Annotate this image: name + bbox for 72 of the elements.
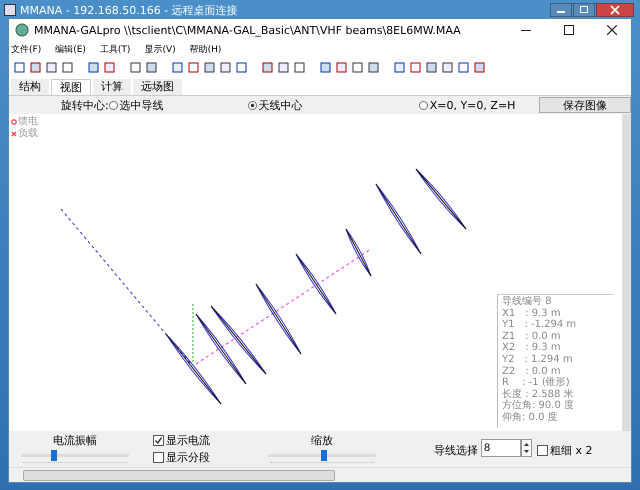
radio-option[interactable]: X=0, Y=0, Z=H xyxy=(418,98,516,112)
toolbar-tool-icon[interactable] xyxy=(29,61,42,74)
legend-label: 负载 xyxy=(18,128,38,140)
toolbar-tool-icon[interactable] xyxy=(441,61,454,74)
toolbar-tool-icon[interactable] xyxy=(61,61,74,74)
toolbar-tool-icon[interactable] xyxy=(277,61,290,74)
menu-item[interactable]: 文件(F) xyxy=(11,42,42,56)
window-title: MMANA-GALpro \\tsclient\C\MMANA-GAL_Basic\ANT\VHF beams\8EL6MW.MAA xyxy=(34,24,462,36)
wire-info-line: X1 : 9.3 m xyxy=(502,308,562,320)
wire-info-line: 长度 : 2.588 米 xyxy=(502,388,575,400)
toolbar-tool-icon[interactable] xyxy=(393,61,406,74)
wire-info-line: 仰角: 0.0 度 xyxy=(502,412,559,424)
toolbar-tool-icon[interactable] xyxy=(261,61,274,74)
radio-option[interactable]: 选中导线 xyxy=(108,98,164,112)
slider-label: 电流振幅 xyxy=(53,433,97,448)
tab[interactable]: 结构 xyxy=(11,79,49,95)
wire-select-field[interactable]: 8 xyxy=(481,439,521,457)
app-logo-icon xyxy=(15,23,29,37)
remote-desktop-icon xyxy=(4,4,16,16)
horizontal-scrollbar[interactable] xyxy=(9,467,631,482)
checkbox[interactable]: 显示电流 xyxy=(153,433,210,448)
checkbox[interactable]: 显示分段 xyxy=(153,450,210,465)
toolbar-tool-icon[interactable] xyxy=(235,61,248,74)
toolbar-tool-icon[interactable] xyxy=(171,61,184,74)
check-icon xyxy=(154,436,163,445)
menu-item[interactable]: 编辑(E) xyxy=(55,42,86,56)
wire-info-line: Y2 : 1.294 m xyxy=(502,354,574,366)
toolbar-tool-icon[interactable] xyxy=(187,61,200,74)
toolbar-tool-icon[interactable] xyxy=(13,61,26,74)
close-icon[interactable] xyxy=(607,25,617,35)
wire-info-line: R : -1 (锥形) xyxy=(502,377,571,388)
wire-info-line: 方位角: 90.0 度 xyxy=(502,400,575,412)
maximize-button[interactable] xyxy=(573,3,595,17)
toolbar-tool-icon[interactable] xyxy=(335,61,348,74)
wire-info-line: Y1 : -1.294 m xyxy=(502,319,578,331)
tab[interactable]: 远场图 xyxy=(133,79,182,95)
toolbar-tool-icon[interactable] xyxy=(219,61,232,74)
checkbox[interactable]: 粗细 x 2 xyxy=(537,443,593,458)
toolbar-tool-icon[interactable] xyxy=(473,61,486,74)
toolbar-tool-icon[interactable] xyxy=(319,61,332,74)
save-image-button[interactable]: 保存图像 xyxy=(539,97,631,113)
slider-label: 缩放 xyxy=(311,433,333,448)
toolbar-tool-icon[interactable] xyxy=(87,61,100,74)
toolbar-tool-icon[interactable] xyxy=(351,61,364,74)
close-button[interactable] xyxy=(596,3,634,17)
toolbar-tool-icon[interactable] xyxy=(103,61,116,74)
toolbar-tool-icon[interactable] xyxy=(409,61,422,74)
toolbar-tool-icon[interactable] xyxy=(203,61,216,74)
wire-info-line: X2 : 9.3 m xyxy=(502,342,562,354)
wire-info-line: Z1 : 0.0 m xyxy=(502,330,562,342)
toolbar-tool-icon[interactable] xyxy=(145,61,158,74)
maximize-icon[interactable] xyxy=(564,25,574,35)
menu-item[interactable]: 帮助(H) xyxy=(190,42,222,56)
wire-info-line: 导线编号 8 xyxy=(502,296,553,308)
toolbar-tool-icon[interactable] xyxy=(45,61,58,74)
tab[interactable]: 计算 xyxy=(93,79,131,95)
minimize-button[interactable] xyxy=(550,3,572,17)
menu-item[interactable]: 工具(T) xyxy=(100,42,130,56)
wire-select-label: 导线选择 xyxy=(434,443,478,458)
toolbar-tool-icon[interactable] xyxy=(457,61,470,74)
rotation-center-label: 旋转中心: xyxy=(61,98,109,112)
toolbar-tool-icon[interactable] xyxy=(425,61,438,74)
toolbar-tool-icon[interactable] xyxy=(293,61,306,74)
spin-buttons[interactable] xyxy=(521,439,532,457)
toolbar-tool-icon[interactable] xyxy=(129,61,142,74)
legend-label: 馈电 xyxy=(18,116,38,128)
tab[interactable]: 视图 xyxy=(51,79,91,95)
wire-info-line: Z2 : 0.0 m xyxy=(502,366,562,377)
radio-option[interactable]: 天线中心 xyxy=(248,98,303,112)
menu-item[interactable]: 显示(V) xyxy=(144,42,176,56)
toolbar-tool-icon[interactable] xyxy=(367,61,380,74)
remote-window-title: MMANA - 192.168.50.166 - 远程桌面连接 xyxy=(20,2,238,18)
